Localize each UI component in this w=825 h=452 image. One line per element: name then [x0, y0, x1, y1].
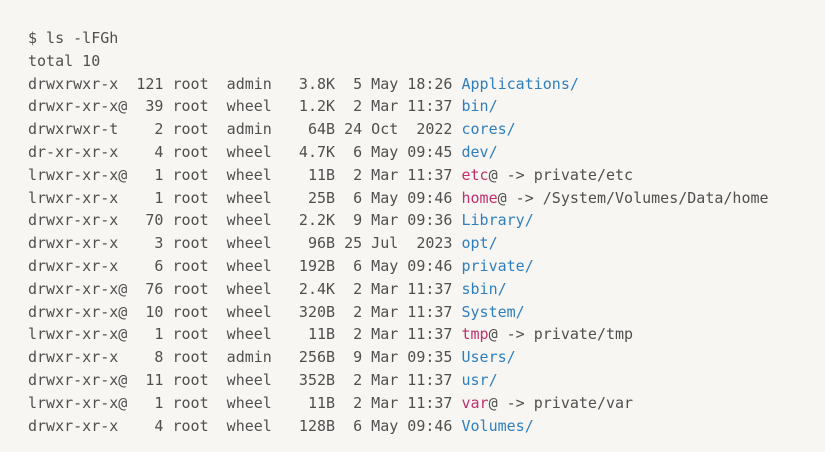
- symlink-target: -> private/var: [497, 393, 634, 412]
- listing-row: drwxr-xr-x@ 39 root wheel 1.2K 2 Mar 11:…: [28, 95, 825, 118]
- entry-type-suffix: /: [524, 256, 534, 275]
- entry-metadata: lrwxr-xr-x@ 1 root wheel 11B 2 Mar 11:37: [28, 325, 462, 344]
- entry-metadata: drwxr-xr-x 6 root wheel 192B 6 May 09:46: [28, 256, 462, 275]
- entry-type-suffix: @: [488, 165, 498, 184]
- directory-name: cores: [461, 120, 507, 139]
- entry-metadata: drwxr-xr-x@ 39 root wheel 1.2K 2 Mar 11:…: [28, 97, 462, 116]
- listing-row: drwxr-xr-x 8 root admin 256B 9 Mar 09:35…: [28, 346, 825, 369]
- directory-name: Users: [461, 348, 507, 367]
- listing-row: drwxr-xr-x 4 root wheel 128B 6 May 09:46…: [28, 415, 825, 438]
- directory-name: bin: [461, 97, 489, 116]
- entry-type-suffix: /: [506, 348, 516, 367]
- listing-row: drwxr-xr-x@ 10 root wheel 320B 2 Mar 11:…: [28, 301, 825, 324]
- entry-type-suffix: /: [524, 416, 534, 435]
- entry-type-suffix: /: [488, 234, 498, 253]
- directory-name: Applications: [461, 74, 570, 93]
- listing-row: drwxrwxr-t 2 root admin 64B 24 Oct 2022 …: [28, 118, 825, 141]
- listing-row: drwxr-xr-x 3 root wheel 96B 25 Jul 2023 …: [28, 232, 825, 255]
- listing-row: drwxr-xr-x@ 76 root wheel 2.4K 2 Mar 11:…: [28, 278, 825, 301]
- entry-type-suffix: /: [515, 302, 525, 321]
- entry-metadata: drwxr-xr-x 3 root wheel 96B 25 Jul 2023: [28, 234, 462, 253]
- symlink-name: etc: [461, 165, 489, 184]
- directory-name: sbin: [461, 279, 498, 298]
- symlink-name: tmp: [461, 325, 489, 344]
- listing-row: drwxrwxr-x 121 root admin 3.8K 5 May 18:…: [28, 73, 825, 96]
- entry-type-suffix: /: [488, 142, 498, 161]
- directory-name: System: [461, 302, 516, 321]
- directory-name: dev: [461, 142, 489, 161]
- entry-type-suffix: @: [497, 188, 507, 207]
- command-prompt-line: $ ls -lFGh: [28, 29, 119, 47]
- directory-name: private: [461, 256, 525, 275]
- listing-row: drwxr-xr-x@ 11 root wheel 352B 2 Mar 11:…: [28, 369, 825, 392]
- entry-type-suffix: /: [524, 211, 534, 230]
- entry-metadata: lrwxr-xr-x 1 root wheel 25B 6 May 09:46: [28, 188, 462, 207]
- entry-metadata: drwxrwxr-t 2 root admin 64B 24 Oct 2022: [28, 120, 462, 139]
- entry-metadata: dr-xr-xr-x 4 root wheel 4.7K 6 May 09:45: [28, 142, 462, 161]
- listing-row: lrwxr-xr-x 1 root wheel 25B 6 May 09:46 …: [28, 187, 825, 210]
- terminal-window[interactable]: $ ls -lFGh total 10 drwxrwxr-x 121 root …: [0, 0, 825, 452]
- directory-name: Volumes: [461, 416, 525, 435]
- directory-name: Library: [461, 211, 525, 230]
- entry-metadata: lrwxr-xr-x@ 1 root wheel 11B 2 Mar 11:37: [28, 393, 462, 412]
- entry-metadata: drwxr-xr-x@ 76 root wheel 2.4K 2 Mar 11:…: [28, 279, 462, 298]
- entry-type-suffix: /: [488, 97, 498, 116]
- entry-type-suffix: /: [497, 279, 507, 298]
- entry-metadata: drwxr-xr-x@ 10 root wheel 320B 2 Mar 11:…: [28, 302, 462, 321]
- listing-row: drwxr-xr-x 6 root wheel 192B 6 May 09:46…: [28, 255, 825, 278]
- listing-row: lrwxr-xr-x@ 1 root wheel 11B 2 Mar 11:37…: [28, 392, 825, 415]
- entry-metadata: drwxr-xr-x 4 root wheel 128B 6 May 09:46: [28, 416, 462, 435]
- directory-name: opt: [461, 234, 489, 253]
- entry-type-suffix: @: [488, 325, 498, 344]
- symlink-target: -> private/tmp: [497, 325, 634, 344]
- entry-metadata: drwxrwxr-x 121 root admin 3.8K 5 May 18:…: [28, 74, 462, 93]
- listing-row: lrwxr-xr-x@ 1 root wheel 11B 2 Mar 11:37…: [28, 164, 825, 187]
- entry-type-suffix: /: [506, 120, 516, 139]
- listing-row: drwxr-xr-x 70 root wheel 2.2K 9 Mar 09:3…: [28, 209, 825, 232]
- listing-row: dr-xr-xr-x 4 root wheel 4.7K 6 May 09:45…: [28, 141, 825, 164]
- entry-type-suffix: @: [488, 393, 498, 412]
- total-line: total 10: [28, 51, 101, 70]
- entry-metadata: drwxr-xr-x 70 root wheel 2.2K 9 Mar 09:3…: [28, 211, 462, 230]
- entry-type-suffix: /: [488, 370, 498, 389]
- symlink-target: -> /System/Volumes/Data/home: [506, 188, 769, 207]
- symlink-target: -> private/etc: [497, 165, 634, 184]
- listing-row: lrwxr-xr-x@ 1 root wheel 11B 2 Mar 11:37…: [28, 323, 825, 346]
- entry-metadata: lrwxr-xr-x@ 1 root wheel 11B 2 Mar 11:37: [28, 165, 462, 184]
- directory-name: usr: [461, 370, 489, 389]
- symlink-name: home: [461, 188, 498, 207]
- directory-listing: drwxrwxr-x 121 root admin 3.8K 5 May 18:…: [28, 73, 825, 438]
- entry-type-suffix: /: [569, 74, 579, 93]
- entry-metadata: drwxr-xr-x@ 11 root wheel 352B 2 Mar 11:…: [28, 370, 462, 389]
- entry-metadata: drwxr-xr-x 8 root admin 256B 9 Mar 09:35: [28, 348, 462, 367]
- symlink-name: var: [461, 393, 489, 412]
